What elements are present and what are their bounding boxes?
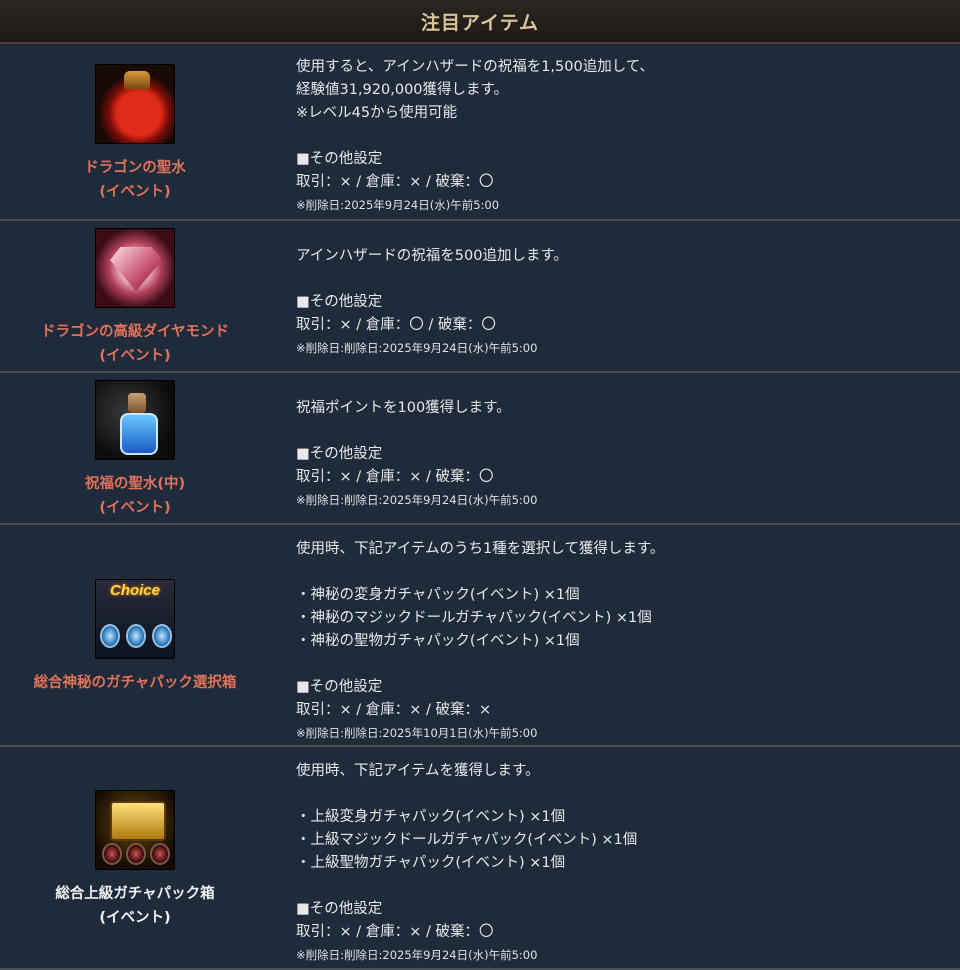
- desc-line: ・神秘のマジックドールガチャパック(イベント) ×1個: [296, 610, 652, 626]
- item-description: 使用すると、アインハザードの祝福を1,500追加して、 経験値31,920,00…: [270, 44, 960, 219]
- desc-line: 祝福ポイントを100獲得します。: [296, 400, 511, 416]
- item-description: 使用時、下記アイテムを獲得します。 ・上級変身ガチャパック(イベント) ×1個 …: [270, 747, 960, 968]
- desc-line: 取引：× / 倉庫：× / 破棄：〇: [296, 469, 494, 485]
- item-name: 総合上級ガチャパック箱 (イベント): [55, 882, 214, 930]
- desc-line: ・上級変身ガチャパック(イベント) ×1個: [296, 809, 566, 825]
- desc-line: 取引：× / 倉庫：× / 破棄：〇: [296, 174, 494, 190]
- item-name: ドラゴンの高級ダイヤモンド (イベント): [41, 320, 229, 368]
- choice-label: Choice: [109, 582, 160, 599]
- item-description: アインハザードの祝福を500追加します。 ■その他設定 取引：× / 倉庫：〇 …: [270, 221, 960, 371]
- item-name-line: (イベント): [99, 909, 171, 926]
- desc-line: 取引：× / 倉庫：〇 / 破棄：〇: [296, 317, 496, 333]
- page-header: 注目アイテム: [0, 0, 960, 44]
- item-name: 祝福の聖水(中) (イベント): [85, 472, 185, 520]
- item-name-line: 総合上級ガチャパック箱: [55, 885, 215, 902]
- item-row: 総合上級ガチャパック箱 (イベント) 使用時、下記アイテムを獲得します。 ・上級…: [0, 747, 960, 970]
- item-description: 祝福ポイントを100獲得します。 ■その他設定 取引：× / 倉庫：× / 破棄…: [270, 373, 960, 523]
- desc-line: [296, 875, 960, 898]
- orb-row: [102, 842, 170, 865]
- dragon-diamond-icon: [95, 228, 175, 308]
- item-name-line: 祝福の聖水(中): [84, 476, 186, 492]
- desc-line: [296, 561, 960, 584]
- treasure-chest-icon: [95, 789, 175, 870]
- item-name-line: ドラゴンの聖水: [84, 159, 186, 176]
- desc-line: ・神秘の変身ガチャパック(イベント) ×1個: [296, 587, 580, 603]
- desc-line: アインハザードの祝福を500追加します。: [296, 248, 568, 264]
- deletion-date-note: ※削除日:削除日:2025年9月24日(水)午前5:00: [296, 493, 538, 507]
- item-summary: Choice 総合神秘のガチャパック選択箱: [0, 525, 270, 745]
- desc-line: ■その他設定: [296, 446, 383, 462]
- item-row: 祝福の聖水(中) (イベント) 祝福ポイントを100獲得します。 ■その他設定 …: [0, 373, 960, 525]
- item-name-line: ドラゴンの高級ダイヤモンド: [40, 324, 230, 340]
- blessing-holy-water-icon: [95, 380, 175, 460]
- deletion-date-note: ※削除日:2025年9月24日(水)午前5:00: [296, 198, 500, 212]
- item-name: 総合神秘のガチャパック選択箱: [34, 671, 237, 695]
- item-summary: 祝福の聖水(中) (イベント): [0, 373, 270, 523]
- desc-line: ■その他設定: [296, 901, 383, 917]
- desc-line: ・神秘の聖物ガチャパック(イベント) ×1個: [296, 633, 580, 649]
- desc-line: 使用時、下記アイテムを獲得します。: [296, 763, 540, 779]
- desc-line: ・上級聖物ガチャパック(イベント) ×1個: [296, 855, 566, 871]
- desc-line: [296, 125, 960, 148]
- item-description: 使用時、下記アイテムのうち1種を選択して獲得します。 ・神秘の変身ガチャパック(…: [270, 525, 960, 745]
- dragon-holy-water-icon: [95, 63, 175, 144]
- item-row: Choice 総合神秘のガチャパック選択箱 使用時、下記アイテムのうち1種を選択…: [0, 525, 960, 747]
- desc-line: 使用すると、アインハザードの祝福を1,500追加して、: [296, 59, 655, 75]
- deletion-date-note: ※削除日:削除日:2025年9月24日(水)午前5:00: [296, 948, 538, 962]
- deletion-date-note: ※削除日:削除日:2025年9月24日(水)午前5:00: [296, 341, 538, 355]
- item-summary: 総合上級ガチャパック箱 (イベント): [0, 747, 270, 968]
- desc-line: [296, 653, 960, 676]
- item-row: ドラゴンの聖水 (イベント) 使用すると、アインハザードの祝福を1,500追加し…: [0, 44, 960, 221]
- desc-line: ■その他設定: [296, 151, 383, 167]
- desc-line: [296, 268, 960, 291]
- item-name-line: (イベント): [99, 348, 171, 364]
- desc-line: ※レベル45から使用可能: [296, 105, 458, 121]
- item-summary: ドラゴンの高級ダイヤモンド (イベント): [0, 221, 270, 371]
- orb-row: [100, 624, 172, 648]
- item-row: ドラゴンの高級ダイヤモンド (イベント) アインハザードの祝福を500追加します…: [0, 221, 960, 373]
- desc-line: ■その他設定: [296, 679, 383, 695]
- item-name-line: (イベント): [99, 500, 171, 516]
- item-summary: ドラゴンの聖水 (イベント): [0, 44, 270, 219]
- desc-line: 取引：× / 倉庫：× / 破棄：〇: [296, 924, 494, 940]
- choice-box-icon: Choice: [95, 579, 175, 659]
- desc-line: ・上級マジックドールガチャパック(イベント) ×1個: [296, 832, 638, 848]
- item-name-line: 総合神秘のガチャパック選択箱: [33, 675, 237, 691]
- deletion-date-note: ※削除日:削除日:2025年10月1日(水)午前5:00: [296, 726, 538, 740]
- desc-line: 経験値31,920,000獲得します。: [296, 82, 509, 98]
- desc-line: 使用時、下記アイテムのうち1種を選択して獲得します。: [296, 541, 665, 557]
- item-name: ドラゴンの聖水 (イベント): [84, 156, 186, 204]
- desc-line: ■その他設定: [296, 294, 383, 310]
- desc-line: [296, 420, 960, 443]
- item-name-line: (イベント): [99, 183, 171, 200]
- desc-line: [296, 783, 960, 806]
- page-title: 注目アイテム: [420, 11, 540, 34]
- desc-line: 取引：× / 倉庫：× / 破棄：×: [296, 702, 492, 718]
